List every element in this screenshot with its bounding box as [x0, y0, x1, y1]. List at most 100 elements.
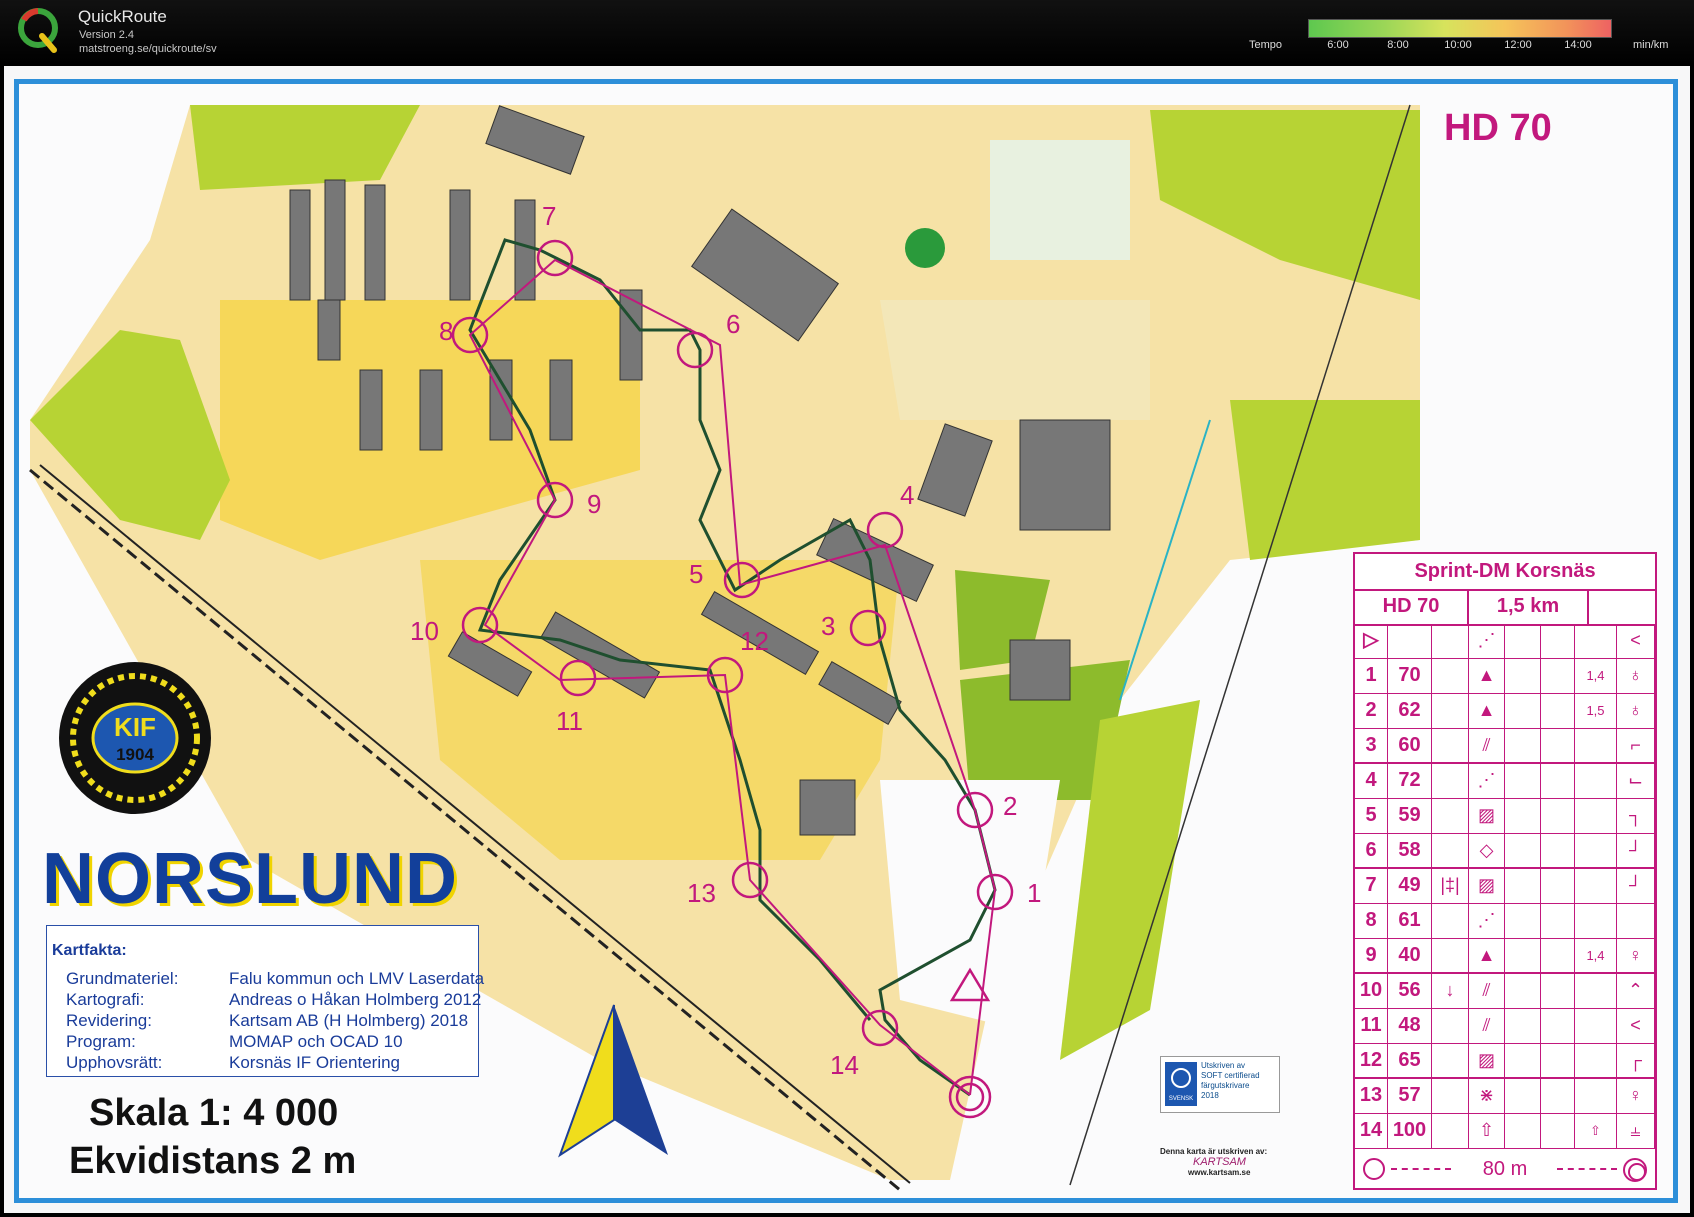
- cd-cell: [1541, 799, 1575, 833]
- cd-cell: 1,4: [1575, 939, 1617, 972]
- cd-control-row: 3 60 ⫽ ⌐: [1355, 729, 1655, 764]
- cd-cell: [1541, 1114, 1575, 1148]
- cd-cell: [1575, 624, 1617, 658]
- svg-text:SVENSK: SVENSK: [1169, 1096, 1193, 1102]
- cd-cell: [1505, 834, 1541, 867]
- svensk-logo-icon: SVENSK: [1165, 1062, 1197, 1106]
- cd-cell: 58: [1388, 834, 1432, 867]
- cd-cell: [1541, 694, 1575, 728]
- finish-dash-icon: [1557, 1168, 1617, 1170]
- cd-control-row: 2 62 ▲ 1,5 ♁: [1355, 694, 1655, 729]
- cd-cell: [1505, 694, 1541, 728]
- control-label: 4: [900, 480, 914, 510]
- cd-cell: [1432, 1044, 1469, 1077]
- cd-cell: [1541, 834, 1575, 867]
- cd-cell: ⋰: [1469, 904, 1505, 938]
- control-label: 1: [1027, 878, 1041, 908]
- cd-cell: [1541, 1009, 1575, 1043]
- cd-class-row: HD 70 1,5 km: [1355, 589, 1655, 626]
- cd-cell: 9: [1355, 939, 1388, 972]
- control-label: 7: [542, 201, 556, 231]
- cd-cell: 65: [1388, 1044, 1432, 1077]
- cd-cell: [1541, 939, 1575, 972]
- cd-cell: ♀: [1617, 1079, 1655, 1113]
- cd-cell: [1541, 729, 1575, 762]
- cd-cell: 1,5: [1575, 694, 1617, 728]
- cd-control-row: 5 59 ▨ ┐: [1355, 799, 1655, 834]
- cd-cell: 14: [1355, 1114, 1388, 1148]
- map-name: NORSLUND: [42, 839, 458, 919]
- facts-heading: Kartfakta:: [52, 942, 127, 959]
- cd-cell: ▲: [1469, 694, 1505, 728]
- cd-cell: 3: [1355, 729, 1388, 762]
- svg-text:1904: 1904: [116, 745, 154, 764]
- svg-text:KIF: KIF: [114, 712, 156, 742]
- cd-cell: [1505, 939, 1541, 972]
- facts-key: Revidering:: [66, 1011, 152, 1030]
- cd-cell: ⌙: [1617, 764, 1655, 798]
- cd-cell: [1505, 869, 1541, 903]
- cd-cell: 13: [1355, 1079, 1388, 1113]
- cd-control-row: 14 100 ⇧ ⇧ ⫨: [1355, 1114, 1655, 1149]
- finish-double-circle-icon: [1623, 1158, 1647, 1182]
- cd-cell: [1505, 624, 1541, 658]
- cd-cell: [1575, 1044, 1617, 1077]
- cd-cell: ⫽: [1469, 729, 1505, 762]
- cd-cell: 40: [1388, 939, 1432, 972]
- cd-cell: ◇: [1469, 834, 1505, 867]
- cd-cell: 70: [1388, 659, 1432, 693]
- cd-cell: 2: [1355, 694, 1388, 728]
- cd-cell: [1575, 869, 1617, 903]
- cd-cell: [1432, 694, 1469, 728]
- cd-cell: <: [1617, 1009, 1655, 1043]
- facts-value: MOMAP och OCAD 10: [229, 1032, 403, 1051]
- kif-club-logo: KIF 1904: [59, 662, 211, 814]
- control-label: 3: [821, 611, 835, 641]
- cd-finish-row: 80 m: [1355, 1150, 1655, 1188]
- cd-cell: [1432, 764, 1469, 798]
- cd-cell: [1432, 1079, 1469, 1113]
- cd-cell: 8: [1355, 904, 1388, 938]
- cd-finish-distance: 80 m: [1482, 1158, 1528, 1180]
- cd-control-row: 9 40 ▲ 1,4 ♀: [1355, 939, 1655, 974]
- cd-cell: ▨: [1469, 1044, 1505, 1077]
- cd-control-row: 13 57 ⋇ ♀: [1355, 1079, 1655, 1114]
- cd-control-row: 12 65 ▨ ┌: [1355, 1044, 1655, 1079]
- cd-control-row: 7 49 |‡| ▨ ┘: [1355, 869, 1655, 904]
- cd-cell: ⌃: [1617, 974, 1655, 1008]
- cd-cell: [1432, 799, 1469, 833]
- badge-line: färgutskrivare: [1201, 1081, 1250, 1090]
- finish-start-circle-icon: [1363, 1158, 1385, 1180]
- cd-cell: [1575, 764, 1617, 798]
- facts-key: Upphovsrätt:: [66, 1053, 163, 1072]
- cd-control-row: 1 70 ▲ 1,4 ♁: [1355, 659, 1655, 694]
- cd-cell: ┘: [1617, 869, 1655, 903]
- cd-cell: [1505, 799, 1541, 833]
- cd-cell: [1541, 624, 1575, 658]
- cd-cell: 10: [1355, 974, 1388, 1008]
- cd-cell: 11: [1355, 1009, 1388, 1043]
- cd-cell: ⫽: [1469, 1009, 1505, 1043]
- control-description-table: Sprint-DM Korsnäs HD 70 1,5 km ▷ ⋰ <1 70 ▲ 1,…: [1353, 552, 1657, 1190]
- cd-cell: [1575, 834, 1617, 867]
- control-label: 11: [556, 706, 583, 736]
- control-label: 13: [687, 878, 716, 908]
- facts-value: Falu kommun och LMV Laserdata: [229, 969, 485, 988]
- cd-cell: 48: [1388, 1009, 1432, 1043]
- cd-cell: 57: [1388, 1079, 1432, 1113]
- cd-start-row: ▷ ⋰ <: [1355, 624, 1655, 659]
- map-equidistance: Ekvidistans 2 m: [69, 1140, 357, 1182]
- cd-cell: [1541, 974, 1575, 1008]
- map-scale: Skala 1: 4 000: [89, 1092, 339, 1134]
- cd-cell: ⌐: [1617, 729, 1655, 762]
- cd-cell: ↓: [1432, 974, 1469, 1008]
- cd-start-detail-icon: <: [1617, 624, 1655, 658]
- cd-cell: 61: [1388, 904, 1432, 938]
- facts-value: Andreas o Håkan Holmberg 2012: [229, 990, 482, 1009]
- printer-name: KARTSAM: [1193, 1156, 1246, 1168]
- cd-cell: [1541, 1079, 1575, 1113]
- cd-cell: ┐: [1617, 799, 1655, 833]
- cd-cell: [1505, 729, 1541, 762]
- cd-cell: [1575, 974, 1617, 1008]
- course-name: HD 70: [1444, 107, 1552, 149]
